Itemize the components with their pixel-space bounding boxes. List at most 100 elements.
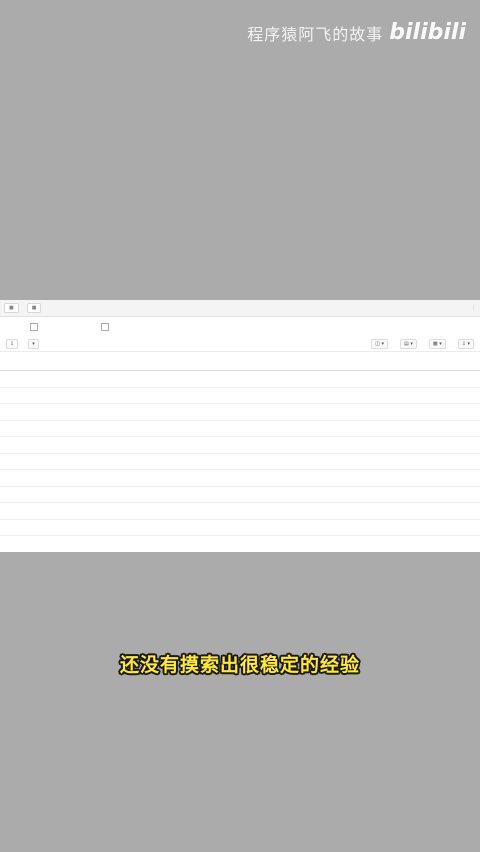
table-cell bbox=[0, 502, 22, 520]
table-row[interactable] bbox=[0, 486, 480, 503]
dropdown-icon[interactable]: ▾ bbox=[28, 339, 39, 349]
column-header[interactable] bbox=[434, 352, 480, 371]
data-table bbox=[0, 352, 480, 536]
topbar-right-icon[interactable]: ⋮ bbox=[471, 305, 476, 311]
table-row[interactable] bbox=[0, 370, 480, 388]
column-header[interactable] bbox=[22, 352, 66, 371]
table-cell bbox=[390, 502, 434, 520]
table-cell bbox=[66, 469, 118, 487]
table-row[interactable] bbox=[0, 403, 480, 421]
table-cell bbox=[210, 436, 254, 454]
table-row[interactable] bbox=[0, 469, 480, 487]
column-header[interactable] bbox=[0, 352, 22, 371]
table-cell bbox=[300, 453, 348, 470]
table-cell bbox=[118, 518, 162, 536]
table-row[interactable] bbox=[0, 436, 480, 454]
table-cell bbox=[162, 420, 210, 437]
table-cell bbox=[0, 518, 22, 536]
column-header[interactable] bbox=[66, 352, 118, 371]
table-cell bbox=[434, 436, 480, 454]
table-cell bbox=[254, 502, 300, 520]
column-header[interactable] bbox=[118, 352, 162, 371]
table-row[interactable] bbox=[0, 453, 480, 470]
table-cell bbox=[118, 387, 162, 404]
table-cell bbox=[22, 387, 66, 404]
watermark: 程序猿阿飞的故事 bilibili bbox=[247, 20, 466, 45]
table-cell bbox=[22, 469, 66, 487]
table-row[interactable] bbox=[0, 502, 480, 520]
table-row[interactable] bbox=[0, 387, 480, 404]
table-cell bbox=[118, 502, 162, 520]
table-cell bbox=[162, 518, 210, 536]
table-cell bbox=[210, 453, 254, 470]
table-toolbar: ⇩ ▾ ◫ ▾ ▤ ▾ ▩ ▾ ⇩ ▾ bbox=[0, 337, 480, 352]
filter-checkbox-icon[interactable] bbox=[30, 323, 41, 331]
ads-manager-screenshot: ■ ■ ⋮ ⇩ ▾ ◫ ▾ ▤ ▾ ▩ ▾ ⇩ ▾ bbox=[0, 300, 480, 552]
table-cell bbox=[254, 486, 300, 503]
table-cell bbox=[434, 486, 480, 503]
breakdown-icon[interactable]: ▤ ▾ bbox=[400, 339, 417, 349]
table-cell bbox=[162, 453, 210, 470]
table-cell bbox=[118, 420, 162, 437]
table-total-row[interactable] bbox=[0, 518, 480, 536]
table-cell bbox=[300, 518, 348, 536]
table-cell bbox=[22, 518, 66, 536]
table-cell bbox=[66, 518, 118, 536]
table-cell bbox=[210, 387, 254, 404]
table-cell bbox=[348, 502, 390, 520]
table-cell bbox=[66, 403, 118, 421]
filter-checkbox-icon[interactable] bbox=[101, 323, 112, 331]
table-cell bbox=[66, 502, 118, 520]
table-cell bbox=[162, 403, 210, 421]
table-cell bbox=[210, 518, 254, 536]
table-cell bbox=[390, 469, 434, 487]
browser-topbar: ■ ■ ⋮ bbox=[0, 300, 480, 317]
table-cell bbox=[434, 387, 480, 404]
table-row[interactable] bbox=[0, 420, 480, 437]
table-cell bbox=[210, 469, 254, 487]
table-cell bbox=[300, 502, 348, 520]
table-cell bbox=[162, 469, 210, 487]
column-header[interactable] bbox=[162, 352, 210, 371]
table-cell bbox=[348, 486, 390, 503]
table-cell bbox=[390, 403, 434, 421]
table-cell bbox=[254, 436, 300, 454]
table-cell bbox=[162, 486, 210, 503]
subtitle-text: 还没有摸索出很稳定的经验 bbox=[119, 654, 360, 676]
table-cell bbox=[22, 436, 66, 454]
table-cell bbox=[22, 502, 66, 520]
table-cell bbox=[390, 486, 434, 503]
table-cell bbox=[22, 486, 66, 503]
table-cell bbox=[162, 436, 210, 454]
table-cell bbox=[390, 453, 434, 470]
column-header[interactable] bbox=[348, 352, 390, 371]
report-icon[interactable]: ▩ ▾ bbox=[428, 339, 446, 349]
table-cell bbox=[254, 469, 300, 487]
table-cell bbox=[254, 370, 300, 388]
table-cell bbox=[348, 436, 390, 454]
table-cell bbox=[118, 469, 162, 487]
column-header[interactable] bbox=[254, 352, 300, 371]
table-cell bbox=[66, 387, 118, 404]
table-cell bbox=[0, 486, 22, 503]
browser-tab[interactable]: ■ bbox=[26, 303, 42, 313]
column-header[interactable] bbox=[300, 352, 348, 371]
table-cell bbox=[390, 436, 434, 454]
table-cell bbox=[118, 436, 162, 454]
table-cell bbox=[390, 387, 434, 404]
table-cell bbox=[0, 420, 22, 437]
export-icon[interactable]: ⇩ bbox=[6, 339, 19, 349]
table-cell bbox=[300, 436, 348, 454]
table-cell bbox=[210, 370, 254, 388]
table-cell bbox=[300, 469, 348, 487]
column-header[interactable] bbox=[390, 352, 434, 371]
columns-icon[interactable]: ◫ ▾ bbox=[371, 339, 389, 349]
table-cell bbox=[162, 387, 210, 404]
column-header[interactable] bbox=[210, 352, 254, 371]
table-cell bbox=[390, 518, 434, 536]
browser-tab[interactable]: ■ bbox=[4, 303, 19, 313]
download-icon[interactable]: ⇩ ▾ bbox=[457, 339, 474, 349]
table-cell bbox=[348, 469, 390, 487]
table-cell bbox=[300, 370, 348, 388]
table-cell bbox=[300, 387, 348, 404]
